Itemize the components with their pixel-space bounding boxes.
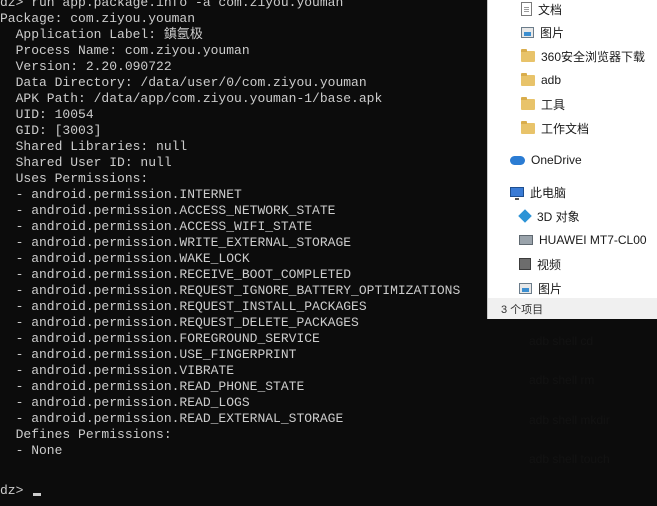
terminal-output-line: GID: [3003] xyxy=(0,123,102,138)
nav-item-videos[interactable]: 视频 xyxy=(519,253,657,275)
nav-item-label: adb xyxy=(541,73,562,87)
terminal-output-line: - android.permission.READ_EXTERNAL_STORA… xyxy=(0,411,344,426)
terminal-output-line: Process Name: com.ziyou.youman xyxy=(0,43,250,58)
terminal-prompt-line[interactable]: dz> xyxy=(0,483,42,499)
terminal-output-line: Package: com.ziyou.youman xyxy=(0,11,196,26)
nav-item-label: 文档 xyxy=(538,2,563,17)
document-icon xyxy=(521,2,532,16)
terminal-output-line: - android.permission.USE_FINGERPRINT xyxy=(0,347,297,362)
nav-item-tools[interactable]: 工具 xyxy=(521,93,657,115)
terminal-output-line: - android.permission.ACCESS_NETWORK_STAT… xyxy=(0,203,336,218)
nav-item-3d-objects[interactable]: 3D 对象 xyxy=(518,205,657,227)
terminal-output-line: - android.permission.REQUEST_IGNORE_BATT… xyxy=(0,283,461,298)
terminal-output-line: - android.permission.ACCESS_WIFI_STATE xyxy=(0,219,313,234)
navigation-pane: 文档 图片 360安全浏览器下载 adb 工具 工作文档 OneDrive 此电… xyxy=(488,0,657,298)
item-count: 3 个项目 xyxy=(501,303,544,316)
terminal-output-line: - android.permission.VIBRATE xyxy=(0,363,235,378)
nav-item-documents[interactable]: 文档 xyxy=(521,0,657,20)
terminal-output-line: Shared User ID: null xyxy=(0,155,172,170)
nav-item-huawei-device[interactable]: HUAWEI MT7-CL00 xyxy=(519,229,657,251)
nav-item-label: 此电脑 xyxy=(530,185,567,200)
terminal-output-line: - None xyxy=(0,443,63,458)
nav-item-label: 360安全浏览器下载 xyxy=(541,49,646,64)
terminal-output-line: Data Directory: /data/user/0/com.ziyou.y… xyxy=(0,75,367,90)
pictures-icon xyxy=(521,26,534,38)
nav-item-work-docs[interactable]: 工作文档 xyxy=(521,117,657,139)
screen: dz> run app.package.info -a com.ziyou.yo… xyxy=(0,0,657,506)
terminal-prompt: dz> xyxy=(0,483,32,498)
nav-item-adb[interactable]: adb xyxy=(521,69,657,91)
terminal-output-line: - android.permission.REQUEST_INSTALL_PAC… xyxy=(0,299,367,314)
nav-item-label: 工作文档 xyxy=(541,121,590,136)
videos-icon xyxy=(519,258,531,270)
terminal-output-line: - android.permission.FOREGROUND_SERVICE xyxy=(0,331,320,346)
background-item: adb shell cd xyxy=(529,334,594,348)
terminal-command: dz> run app.package.info -a com.ziyou.yo… xyxy=(0,0,344,10)
terminal-cursor xyxy=(33,493,42,496)
this-pc-icon xyxy=(510,187,524,200)
terminal-output-line: - android.permission.READ_LOGS xyxy=(0,395,250,410)
3d-objects-icon xyxy=(518,209,532,223)
terminal-output-line: - android.permission.WAKE_LOCK xyxy=(0,251,250,266)
terminal-output-line: Shared Libraries: null xyxy=(0,139,188,154)
nav-item-onedrive[interactable]: OneDrive xyxy=(510,149,657,171)
terminal-output: dz> run app.package.info -a com.ziyou.yo… xyxy=(0,0,460,459)
nav-item-pictures[interactable]: 图片 xyxy=(521,21,657,43)
terminal-output-line: - android.permission.INTERNET xyxy=(0,187,242,202)
background-item: adb shell touch xyxy=(529,452,610,466)
terminal-output-line: - android.permission.RECEIVE_BOOT_COMPLE… xyxy=(0,267,352,282)
background-item: adb shell mkdir xyxy=(529,413,610,427)
folder-icon xyxy=(521,72,535,86)
folder-icon xyxy=(521,120,535,134)
background-item: adb shell rm xyxy=(529,373,595,387)
nav-item-pictures-pc[interactable]: 图片 xyxy=(519,277,657,299)
nav-item-label: 3D 对象 xyxy=(537,209,580,224)
nav-item-label: 图片 xyxy=(540,25,565,40)
nav-item-360-downloads[interactable]: 360安全浏览器下载 xyxy=(521,45,657,67)
nav-item-label: HUAWEI MT7-CL00 xyxy=(539,233,647,247)
terminal-output-line: Version: 2.20.090722 xyxy=(0,59,172,74)
nav-item-this-pc[interactable]: 此电脑 xyxy=(510,181,657,203)
terminal-output-line: - android.permission.WRITE_EXTERNAL_STOR… xyxy=(0,235,352,250)
folder-icon xyxy=(521,48,535,62)
folder-icon xyxy=(521,96,535,110)
onedrive-icon xyxy=(510,155,525,165)
nav-item-label: OneDrive xyxy=(531,153,582,167)
device-icon xyxy=(519,235,533,245)
nav-item-label: 图片 xyxy=(538,281,563,296)
terminal-output-line: UID: 10054 xyxy=(0,107,94,122)
nav-item-label: 视频 xyxy=(537,257,562,272)
status-bar: 3 个项目 xyxy=(488,298,657,319)
nav-item-label: 工具 xyxy=(541,97,566,112)
pictures-icon xyxy=(519,282,532,294)
file-explorer-window: 文档 图片 360安全浏览器下载 adb 工具 工作文档 OneDrive 此电… xyxy=(487,0,657,319)
terminal-output-line: Application Label: 鎮氬极 xyxy=(0,27,203,42)
terminal-output-line: - android.permission.READ_PHONE_STATE xyxy=(0,379,305,394)
terminal-output-line: - android.permission.REQUEST_DELETE_PACK… xyxy=(0,315,359,330)
terminal-output-line: Uses Permissions: xyxy=(0,171,149,186)
terminal-output-line: APK Path: /data/app/com.ziyou.youman-1/b… xyxy=(0,91,383,106)
terminal-output-line: Defines Permissions: xyxy=(0,427,172,442)
